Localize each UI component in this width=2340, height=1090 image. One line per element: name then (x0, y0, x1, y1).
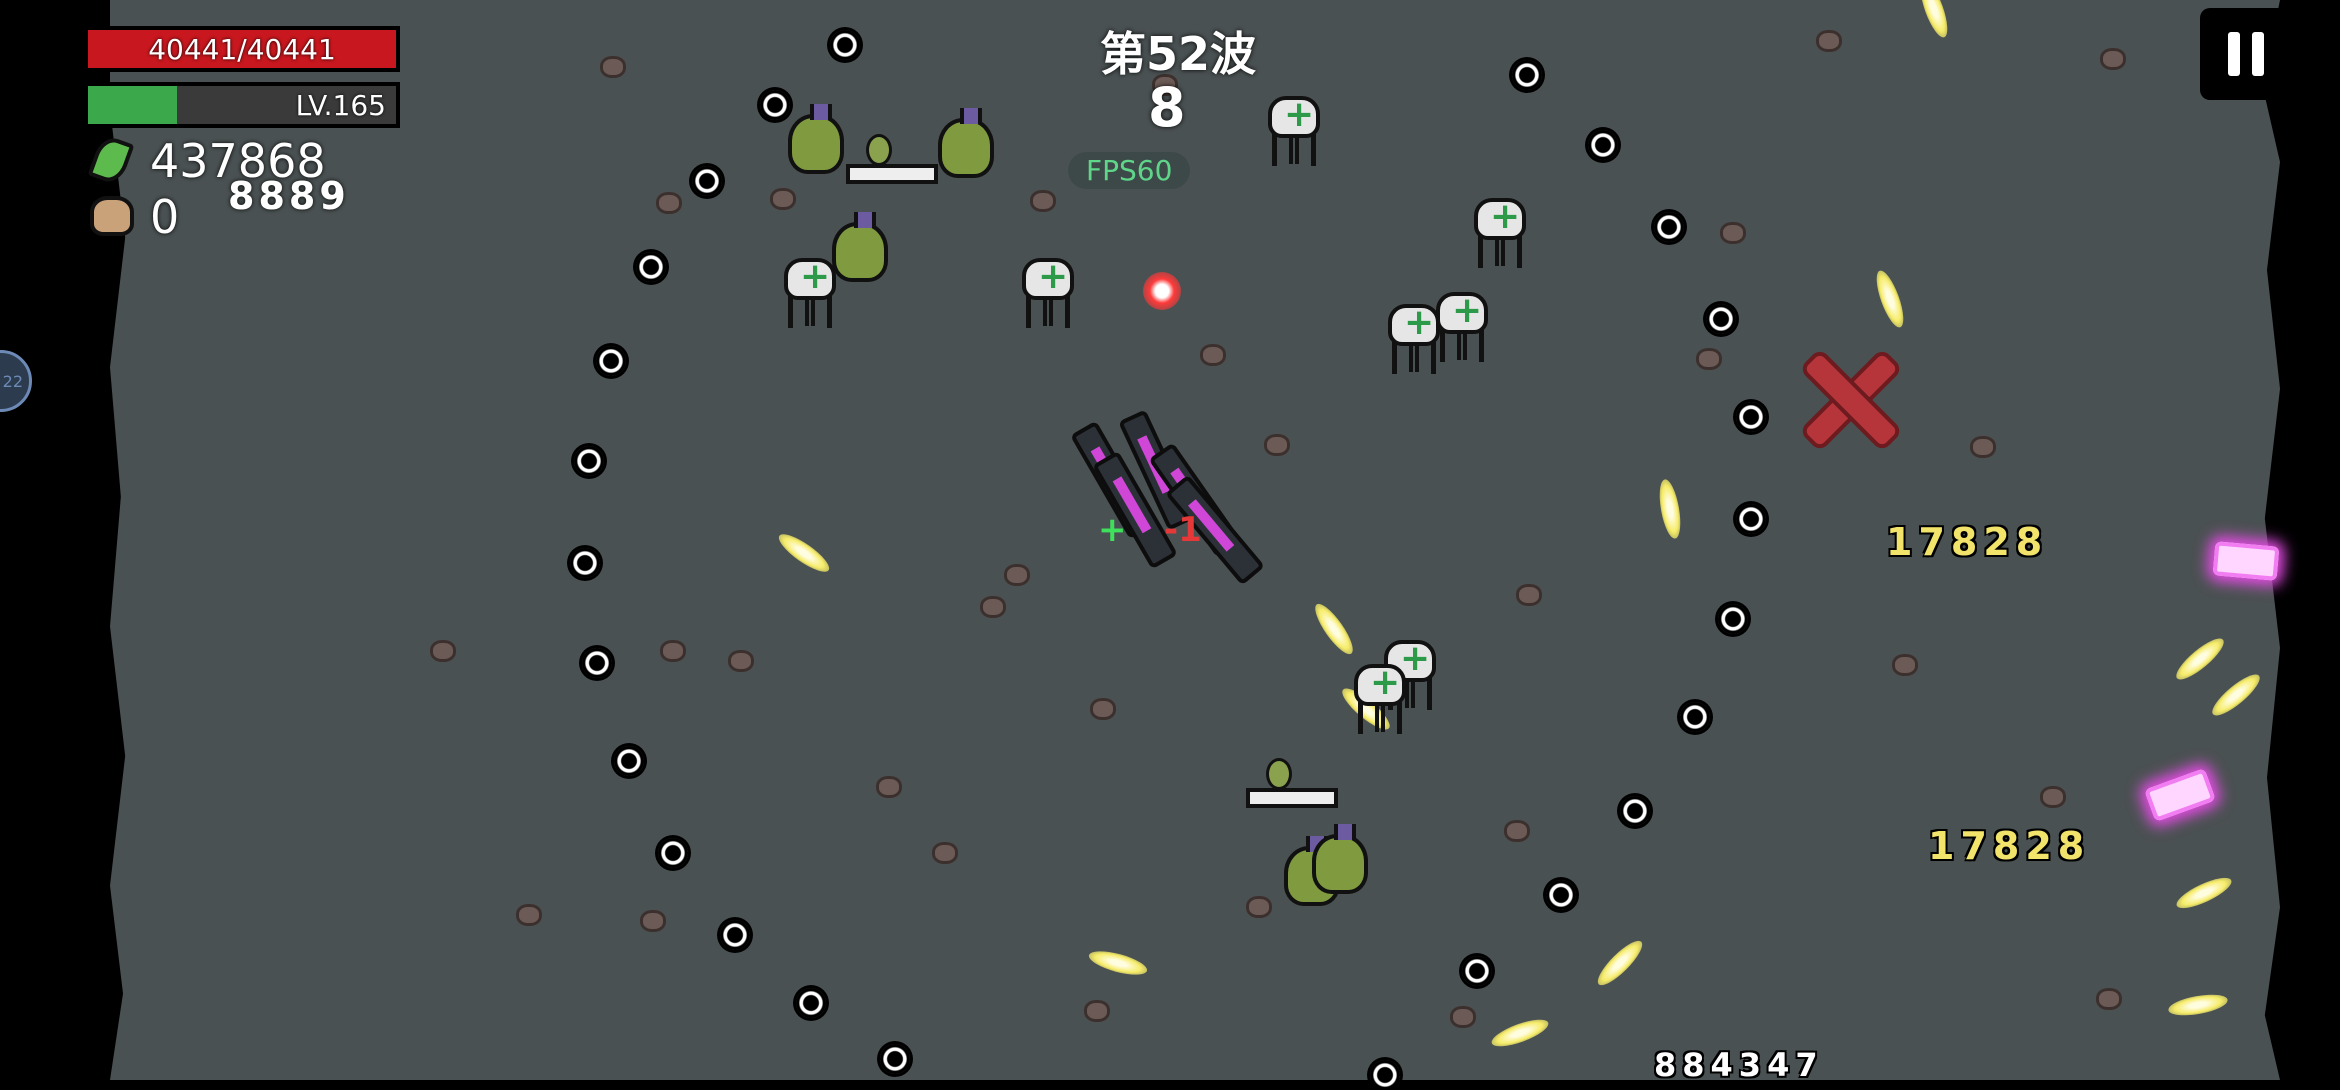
rock (1084, 1000, 1110, 1022)
enemy-orb (574, 446, 604, 476)
rock (1970, 436, 1996, 458)
enemy-orb (830, 30, 860, 60)
rock (1720, 222, 1746, 244)
enemy-orb (1680, 702, 1710, 732)
enemy-orb (1546, 880, 1576, 910)
rock (1264, 434, 1290, 456)
rock (1030, 190, 1056, 212)
enemy-orb (1588, 130, 1618, 160)
rock (728, 650, 754, 672)
level-text: LV.165 (295, 88, 386, 122)
rock (876, 776, 902, 798)
enemy-orb (1654, 212, 1684, 242)
damage-number: 884347 (1654, 1046, 1824, 1084)
xp-bar: LV.165 (84, 82, 400, 128)
enemy-orb (636, 252, 666, 282)
bag-extra-number: 8889 (228, 174, 350, 218)
rock (1696, 348, 1722, 370)
rock (600, 56, 626, 78)
bush-enemy (832, 212, 888, 282)
wave-title: 第52波 (1100, 27, 1257, 81)
rock (1516, 584, 1542, 606)
enemy-orb (1706, 304, 1736, 334)
rock (932, 842, 958, 864)
enemy-orb (760, 90, 790, 120)
medic-enemy (1262, 94, 1326, 168)
fps-counter: FPS60 (1068, 152, 1191, 189)
medic-enemy (778, 256, 842, 330)
enemy-orb (692, 166, 722, 196)
enemy-orb (1370, 1060, 1400, 1090)
bush-enemy (938, 108, 994, 178)
rock (1004, 564, 1030, 586)
rock (2100, 48, 2126, 70)
enemy-orb (570, 548, 600, 578)
garden-structure (1246, 748, 1338, 808)
target-x-marker (1800, 350, 1900, 450)
red-projectile (1143, 272, 1181, 310)
medic-enemy (1468, 196, 1532, 270)
rock (1200, 344, 1226, 366)
enemy-orb (1462, 956, 1492, 986)
rock (1504, 820, 1530, 842)
hp-text: 40441/40441 (148, 32, 336, 66)
rock (660, 640, 686, 662)
enemy-orb (614, 746, 644, 776)
rock (656, 192, 682, 214)
rock (516, 904, 542, 926)
player-character: + -1 (1070, 409, 1266, 586)
pause-icon (2228, 32, 2240, 76)
rock (640, 910, 666, 932)
rock (430, 640, 456, 662)
rock (770, 188, 796, 210)
enemy-orb (720, 920, 750, 950)
enemy-orb (1718, 604, 1748, 634)
heal-floater: + (1098, 510, 1127, 550)
bag-count: 0 (150, 190, 180, 244)
enemy-orb (1736, 402, 1766, 432)
enemy-orb (596, 346, 626, 376)
enemy-orb (1620, 796, 1650, 826)
bush-enemy (1312, 824, 1368, 894)
loot-bag-icon (90, 196, 134, 236)
bush-enemy (788, 104, 844, 174)
rock (1816, 30, 1842, 52)
rock (1090, 698, 1116, 720)
damage-taken-floater: -1 (1164, 510, 1202, 550)
rock (980, 596, 1006, 618)
rock (2096, 988, 2122, 1010)
pause-icon (2252, 32, 2264, 76)
enemy-orb (658, 838, 688, 868)
medic-enemy (1016, 256, 1080, 330)
enemy-orb (880, 1044, 910, 1074)
garden-structure (846, 124, 938, 184)
damage-number: 17828 (1928, 824, 2091, 868)
enemy-orb (796, 988, 826, 1018)
rock (1450, 1006, 1476, 1028)
medic-enemy (1348, 662, 1412, 736)
medic-enemy (1382, 302, 1446, 376)
hp-bar: 40441/40441 (84, 26, 400, 72)
wave-timer: 8 (1148, 76, 1186, 139)
pause-button[interactable] (2200, 8, 2292, 100)
enemy-orb (1512, 60, 1542, 90)
pink-beam (2212, 541, 2280, 581)
ability-circle-text: 22 (2, 371, 23, 391)
enemy-orb (1736, 504, 1766, 534)
damage-number: 17828 (1886, 520, 2049, 564)
ability-circle-icon[interactable]: 22 (0, 350, 32, 412)
enemy-orb (582, 648, 612, 678)
rock (1246, 896, 1272, 918)
rock (2040, 786, 2066, 808)
rock (1892, 654, 1918, 676)
